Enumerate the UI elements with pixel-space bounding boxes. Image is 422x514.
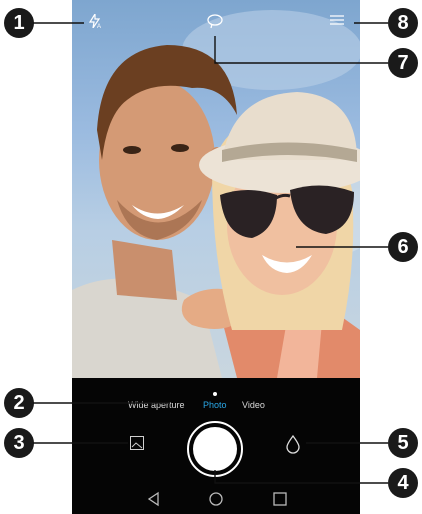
callout-leader-lines [33,22,388,484]
